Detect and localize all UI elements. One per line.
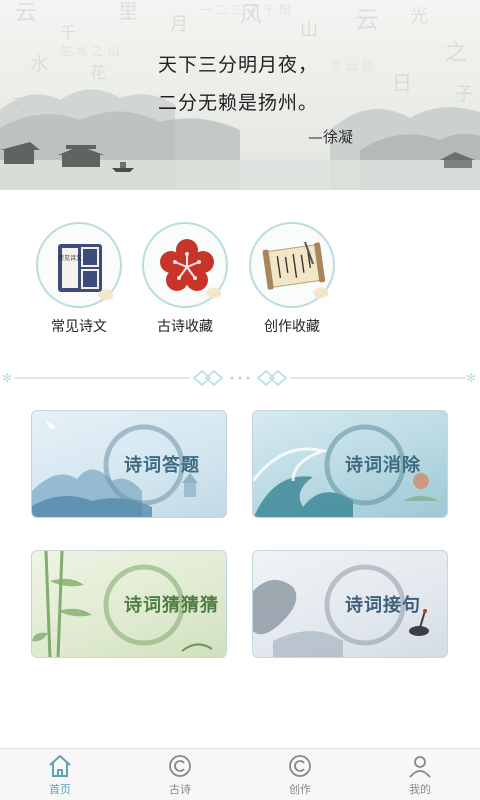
feature-label: 古诗收藏 [157,319,213,335]
svg-text:云: 云 [15,1,37,26]
svg-text:生 水 之 山: 生 水 之 山 [60,44,119,58]
poem-banner[interactable]: 云 千 里 月 风 山 云 光 之 日 子 水 花 天 一 二 三 子 千 阳 … [0,0,480,190]
svg-text:日: 日 [392,71,412,95]
scroll-icon [249,222,335,308]
svg-text:一 二 三 子 千 阳: 一 二 三 子 千 阳 [200,3,291,17]
tab-label: 古诗 [169,783,191,796]
svg-text:言 云 我: 言 云 我 [330,59,374,73]
tab-home[interactable]: 首页 [30,753,90,797]
tab-mine[interactable]: 我的 [390,753,450,797]
book-cover-title: 常见诗文 [58,254,82,262]
feature-creation-favorites[interactable]: 创作收藏 [242,222,342,336]
svg-text:花: 花 [90,63,106,82]
svg-text:山: 山 [300,20,318,41]
tab-poems[interactable]: 古诗 [150,753,210,797]
feature-common-poems[interactable]: 常见诗文 常见诗文 [29,222,129,336]
card-poem-continue[interactable]: 诗词接句 [252,550,448,658]
svg-text:✻: ✻ [466,371,476,385]
feature-label: 创作收藏 [264,319,320,335]
svg-text:✻: ✻ [2,371,12,385]
poem-line-1: 天下三分明月夜， [158,54,319,76]
card-title: 诗词答题 [124,455,200,476]
card-poem-quiz[interactable]: 诗词答题 [31,410,227,518]
svg-text:光: 光 [410,6,428,27]
book-icon: 常见诗文 [36,222,122,308]
copyright-icon [169,755,191,777]
card-poem-elimination[interactable]: 诗词消除 [252,410,448,518]
svg-text:子: 子 [455,84,473,105]
svg-text:里: 里 [118,0,138,23]
copyright-icon [289,755,311,777]
svg-text:云: 云 [355,6,379,34]
feature-poem-favorites[interactable]: 古诗收藏 [135,222,235,336]
user-icon [409,756,431,778]
plum-blossom-icon [142,222,228,308]
tab-label: 我的 [409,783,431,796]
feature-label: 常见诗文 [51,319,107,335]
poem-line-2: 二分无赖是扬州。 [158,92,319,114]
card-poem-guess[interactable]: 诗词猜猜猜 [31,550,227,658]
home-icon [49,755,71,777]
card-title: 诗词接句 [345,595,421,616]
tab-create[interactable]: 创作 [270,753,330,797]
card-title: 诗词猜猜猜 [124,595,219,616]
tab-label: 创作 [289,783,311,796]
svg-text:水: 水 [30,54,48,75]
poem-author: —徐凝 [308,128,354,146]
ornament-divider: ✻ ✻ [2,370,476,386]
bottom-tab-bar: 首页 古诗 创作 我的 [0,748,480,800]
tab-label: 首页 [49,783,71,796]
svg-text:千: 千 [60,23,76,42]
svg-text:之: 之 [445,41,467,66]
svg-text:月: 月 [170,14,188,35]
card-title: 诗词消除 [345,455,421,476]
